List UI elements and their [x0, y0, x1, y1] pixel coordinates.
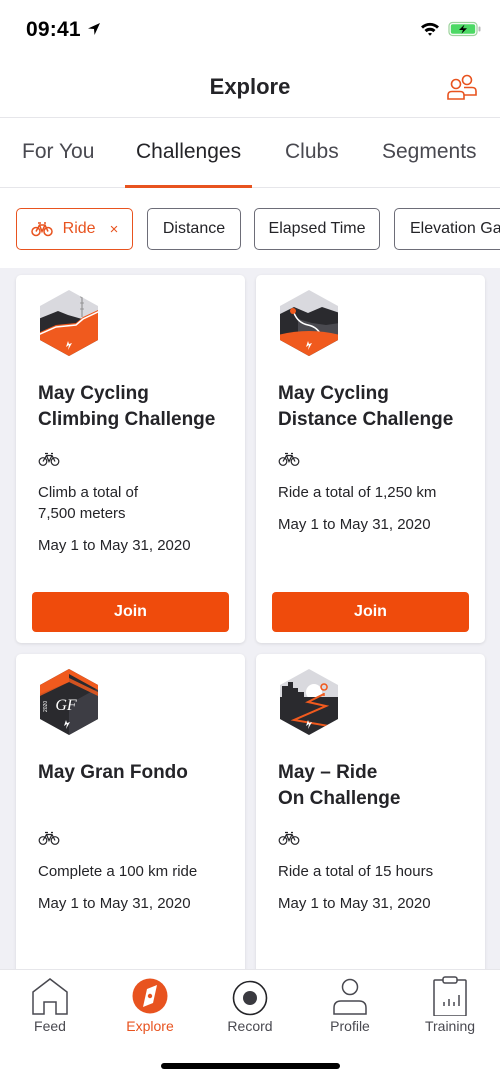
- challenge-card[interactable]: GF 2020 May Gran Fondo Complete a 100 km…: [16, 654, 245, 970]
- record-icon: [232, 980, 268, 1016]
- challenge-description: Ride a total of 15 hours: [278, 863, 434, 880]
- status-time: 09:41: [26, 18, 81, 41]
- wifi-icon: [421, 22, 439, 36]
- tab-bar-training[interactable]: Training: [400, 970, 500, 1042]
- explore-tabs: For You Challenges Clubs Segments: [0, 118, 500, 188]
- remove-filter-icon[interactable]: ×: [110, 221, 119, 238]
- compass-icon: [132, 978, 168, 1014]
- page-title: Explore: [209, 74, 291, 99]
- challenge-title: May Cycling Climbing Challenge: [38, 383, 216, 430]
- challenge-dates: May 1 to May 31, 2020: [38, 537, 191, 554]
- clipboard-chart-icon: [433, 976, 467, 1016]
- home-indicator: [161, 1063, 340, 1069]
- bike-icon: [38, 452, 60, 466]
- tab-bar-label: Feed: [34, 1018, 66, 1034]
- challenge-card[interactable]: May – Ride On Challenge Ride a total of 1…: [256, 654, 485, 970]
- challenge-card[interactable]: May Cycling Distance Challenge Ride a tot…: [256, 275, 485, 643]
- status-bar: 09:41: [0, 0, 500, 60]
- challenge-title: May – Ride On Challenge: [278, 762, 401, 809]
- tab-bar-explore[interactable]: Explore: [100, 970, 200, 1042]
- people-icon[interactable]: [446, 73, 478, 101]
- tab-for-you[interactable]: For You: [22, 140, 94, 164]
- gran-fondo-badge: GF 2020: [40, 669, 98, 735]
- filter-chip-distance[interactable]: Distance: [147, 208, 241, 250]
- tab-bar-feed[interactable]: Feed: [0, 970, 100, 1042]
- bike-icon: [30, 222, 53, 237]
- challenge-card[interactable]: May Cycling Climbing Challenge Climb a to…: [16, 275, 245, 643]
- filter-chip-label: Ride: [62, 220, 96, 237]
- challenge-description: Climb a total of 7,500 meters: [38, 484, 139, 522]
- filter-chip-ride[interactable]: Ride ×: [16, 208, 133, 250]
- tab-bar-label: Training: [424, 1018, 476, 1034]
- badge-gf-text: GF: [55, 697, 77, 714]
- challenge-dates: May 1 to May 31, 2020: [278, 895, 431, 912]
- filter-chip-elevation-gain[interactable]: Elevation Gain: [394, 208, 500, 250]
- challenge-dates: May 1 to May 31, 2020: [278, 516, 431, 533]
- tab-clubs[interactable]: Clubs: [285, 140, 339, 164]
- bike-icon: [278, 452, 300, 466]
- navigation-bar: Explore: [0, 60, 500, 118]
- challenge-title: May Cycling Distance Challenge: [278, 383, 454, 430]
- filter-chip-elapsed-time[interactable]: Elapsed Time: [254, 208, 380, 250]
- challenge-description: Complete a 100 km ride: [38, 863, 198, 880]
- badge-year-text: 2020: [43, 701, 49, 712]
- location-arrow-icon: [88, 23, 100, 35]
- distance-challenge-badge: [280, 290, 338, 356]
- bike-icon: [38, 831, 60, 845]
- home-icon: [32, 978, 68, 1015]
- challenge-title: May Gran Fondo: [38, 762, 188, 783]
- tab-challenges[interactable]: Challenges: [136, 140, 241, 164]
- ride-on-badge: [280, 669, 338, 735]
- person-icon: [333, 978, 367, 1015]
- challenge-dates: May 1 to May 31, 2020: [38, 895, 191, 912]
- tab-bar-label: Explore: [126, 1018, 174, 1034]
- climbing-challenge-badge: [40, 290, 98, 356]
- tab-bar-profile[interactable]: Profile: [300, 970, 400, 1042]
- tab-bar-label: Profile: [330, 1018, 370, 1034]
- filter-chips: Ride × Distance Elapsed Time Elevation G…: [0, 188, 500, 268]
- tab-segments[interactable]: Segments: [382, 140, 477, 164]
- challenge-description: Ride a total of 1,250 km: [278, 484, 437, 501]
- join-button[interactable]: Join: [272, 592, 469, 632]
- bike-icon: [278, 831, 300, 845]
- join-button[interactable]: Join: [32, 592, 229, 632]
- challenges-grid: May Cycling Climbing Challenge Climb a to…: [0, 268, 500, 970]
- tab-bar-label: Record: [227, 1018, 273, 1034]
- tab-bar-record[interactable]: Record: [200, 970, 300, 1042]
- battery-charging-icon: [448, 21, 481, 37]
